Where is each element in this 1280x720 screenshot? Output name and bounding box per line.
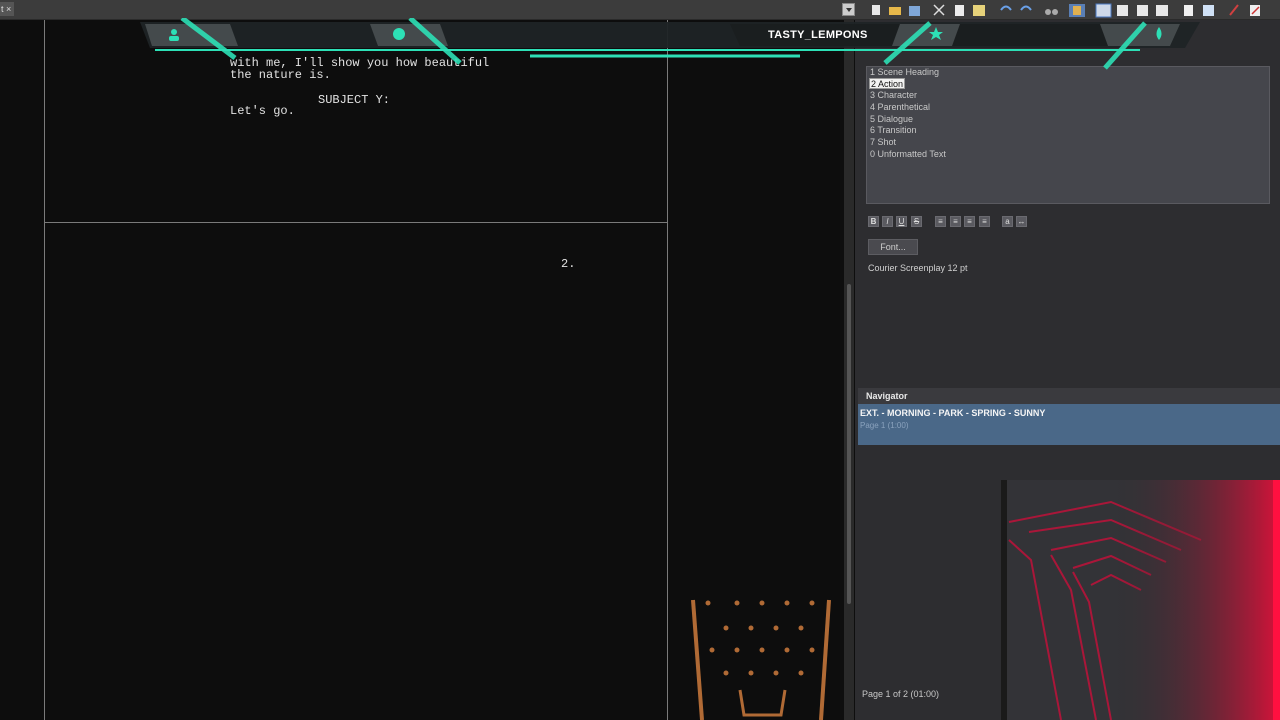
page-column [44,20,668,720]
new-file-icon [872,5,880,15]
text-case-icon[interactable]: a [1002,216,1013,227]
style-item-transition[interactable]: 6 Transition [869,125,918,136]
copy-icon [955,5,964,16]
layout-3-icon [1137,5,1148,16]
align-right-icon[interactable]: ≡ [964,216,975,227]
style-item-unformatted[interactable]: 0 Unformatted Text [869,149,947,160]
layout-1-icon [1095,3,1112,18]
script-editor[interactable]: with me, I'll show you how beautiful the… [0,20,840,720]
open-folder-icon [889,7,901,15]
page-number: 2. [561,257,576,271]
bold-button[interactable]: B [868,216,879,227]
grid-icon [1203,5,1214,16]
align-left-icon[interactable]: ≡ [935,216,946,227]
scene-subtitle: Page 1 (1:00) [860,421,909,430]
main-toolbar: t × [0,0,1280,20]
undo-icon [1000,5,1012,11]
style-item-action[interactable]: 2 Action [869,78,906,89]
page-break-line [44,222,668,223]
navigator-header: Navigator [858,388,1280,404]
font-button[interactable]: Font... [868,239,918,255]
tools-icon [1229,4,1239,16]
edit-icon [1250,5,1260,16]
text-width-icon[interactable]: ↔ [1016,216,1027,227]
page-icon [1184,5,1193,16]
scrollbar-thumb[interactable] [847,284,851,604]
align-center-icon[interactable]: ≡ [950,216,961,227]
cut-icon [933,4,945,16]
style-item-dialogue[interactable]: 5 Dialogue [869,114,914,125]
element-styles-list[interactable]: 1 Scene Heading 2 Action 3 Character 4 P… [866,66,1270,204]
strikethrough-button[interactable]: S [911,216,922,227]
style-item-character[interactable]: 3 Character [869,90,918,101]
screen: t × with me, I'll show you how beautiful… [0,0,1280,720]
italic-button[interactable]: I [882,216,893,227]
red-gradient-graphic [1001,480,1280,720]
navigator-status: Page 1 of 2 (01:00) [862,689,940,699]
action-line-2[interactable]: the nature is. [230,69,331,81]
layout-2-icon [1117,5,1128,16]
layout-4-icon [1156,5,1168,16]
binoculars-icon [1045,9,1058,15]
justify-icon[interactable]: ≡ [979,216,990,227]
style-item-scene-heading[interactable]: 1 Scene Heading [869,67,940,78]
font-description: Courier Screenplay 12 pt [868,263,968,273]
webcam-overlay-graphic [1001,480,1280,720]
toolbar-icons [872,3,1260,18]
paste-icon [973,5,985,16]
redo-icon [1020,5,1032,11]
underline-button[interactable]: U [896,216,907,227]
style-item-shot[interactable]: 7 Shot [869,137,897,148]
navigator-scene-item[interactable]: EXT. - MORNING - PARK - SPRING - SUNNY P… [858,404,1280,445]
character-name[interactable]: SUBJECT Y: [318,94,390,106]
editor-scrollbar[interactable] [844,20,854,720]
palette-icon [1069,4,1085,17]
save-icon [909,6,920,16]
scene-heading-text: EXT. - MORNING - PARK - SPRING - SUNNY [860,408,1046,418]
dialogue-line[interactable]: Let's go. [230,105,295,117]
cup-overlay-graphic [691,599,831,720]
style-item-parenthetical[interactable]: 4 Parenthetical [869,102,931,113]
right-panel: 1 Scene Heading 2 Action 3 Character 4 P… [855,20,1280,720]
